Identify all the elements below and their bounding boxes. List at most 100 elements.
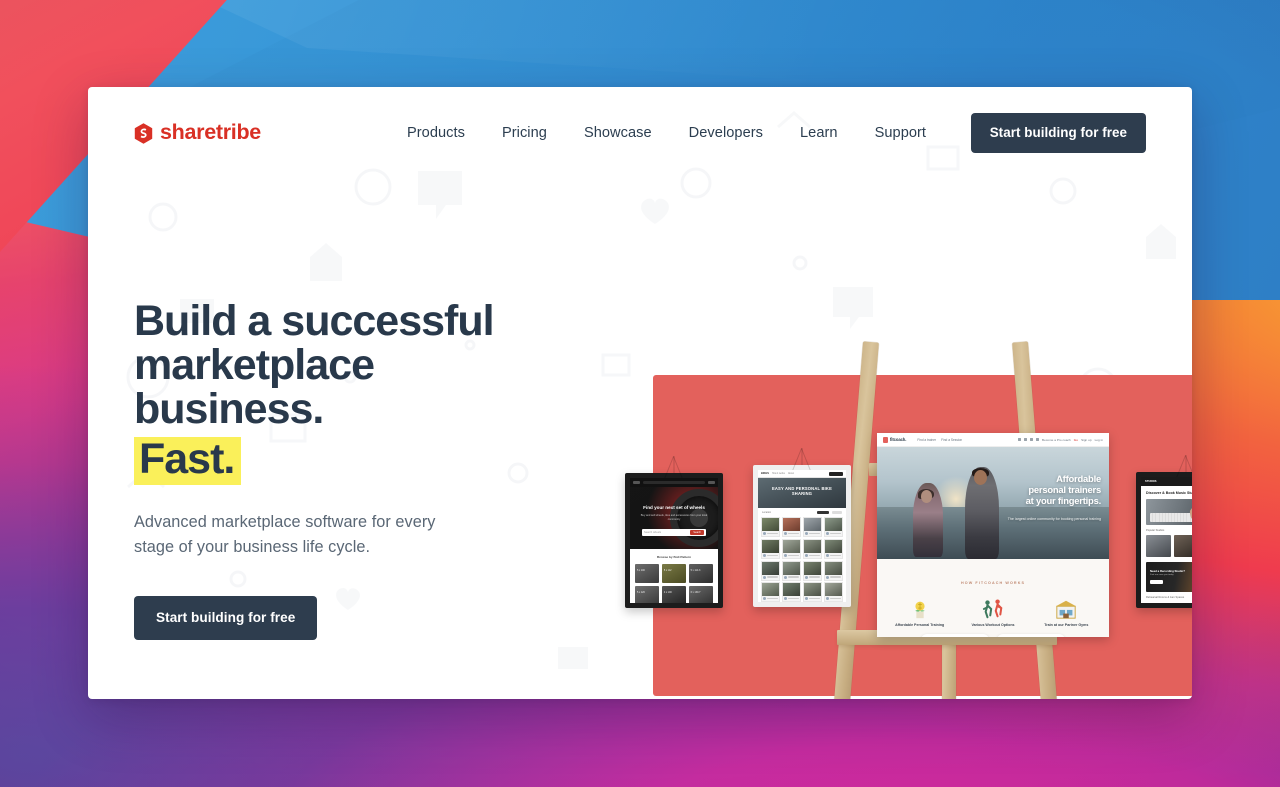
fitcoach-select-gym-button: Select your gym — [921, 634, 989, 637]
frame-hanging-wire — [1185, 455, 1187, 472]
wheels-tile: 6 x 139.7 — [688, 585, 713, 603]
wheels-search-button: Search — [690, 530, 704, 535]
wheels-tile-grid: 5 x 100 5 x 112 5 x 114.3 5 x 120 4 x 10… — [635, 564, 713, 603]
fitcoach-headline-line-3: at your fingertips. — [1025, 495, 1102, 507]
fitcoach-hero-photo: Affordable personal trainers at your fin… — [877, 447, 1109, 559]
fitcoach-headline-line-2: personal trainers — [1028, 484, 1101, 496]
hero-start-building-button[interactable]: Start building for free — [134, 595, 318, 640]
music-section-label: Popular Studios — [1146, 529, 1165, 532]
wheels-tile: 5 x 120 — [635, 585, 660, 603]
piano-keys — [1150, 513, 1192, 522]
fitcoach-headline-line-1: Affordable — [1056, 473, 1101, 484]
fitcoach-headline: Affordable personal trainers at your fin… — [989, 473, 1102, 507]
wheels-section-label: Browse by Bolt Pattern — [656, 555, 692, 559]
wheels-tile: 5 x 114.3 — [688, 564, 713, 583]
canvas-fitcoach-screenshot: fitcoach. Find a trainer Find a Session … — [877, 433, 1109, 637]
fitcoach-feature-3: Train at our Partner Gyms — [1034, 594, 1098, 627]
frame-hanging-wire — [801, 448, 803, 465]
fitcoach-nav-find-session: Find a Session — [941, 437, 963, 442]
sharetribe-hexagon-logo-icon — [134, 122, 153, 144]
music-title: Discover & Book Music Studios — [1146, 491, 1192, 495]
linkedin-icon — [1030, 438, 1034, 441]
nav-item-support[interactable]: Support — [875, 125, 926, 141]
music-promo-button — [1150, 580, 1163, 584]
hero-title-highlight: Fast. — [134, 436, 242, 486]
fitcoach-link-go: Go — [1073, 437, 1079, 442]
fitcoach-link-signup: Sign up — [1081, 437, 1092, 442]
bike-listing-card — [802, 582, 823, 602]
fitcoach-cta-row: Select your gym Browse all fitnesses — [921, 634, 1065, 637]
music-promo-banner: Need a Recording Studio? Find one near y… — [1146, 562, 1192, 592]
wheels-hero: Find your next set of wheels Buy and sel… — [630, 487, 718, 549]
fitcoach-topbar: fitcoach. Find a trainer Find a Session … — [877, 433, 1109, 447]
nav-item-pricing[interactable]: Pricing — [502, 125, 547, 141]
sharetribe-logo-text: sharetribe — [160, 120, 261, 145]
wheels-tile: 4 x 100 — [661, 585, 687, 603]
fitcoach-section-label: HOW FITCOACH WORKS — [960, 581, 1026, 585]
fitcoach-feature-2: Various Workout Options — [961, 594, 1025, 627]
header-start-building-button[interactable]: Start building for free — [970, 113, 1146, 153]
fitcoach-link-become-coach: Become a Pro coach — [1042, 437, 1071, 442]
studio-card — [1146, 535, 1171, 557]
bike-listing-card — [781, 560, 802, 581]
bike-listing-card — [761, 538, 781, 559]
wheels-tile: 5 x 100 — [635, 564, 660, 583]
wheels-tile: 5 x 112 — [661, 564, 687, 583]
nav-item-showcase[interactable]: Showcase — [584, 125, 652, 141]
wheels-browser-bar — [630, 478, 718, 487]
bike-listing-card — [823, 560, 843, 581]
frame-hanging-wire — [673, 456, 675, 473]
studio-card — [1173, 535, 1192, 557]
bikes-title-line-2: SHARING — [791, 491, 813, 497]
music-promo-subtitle: Find one near you today — [1150, 574, 1174, 576]
wheels-search-bar: Search wheels Search — [642, 529, 706, 536]
bike-listing-card — [781, 517, 802, 538]
twitter-icon — [1024, 438, 1028, 441]
framed-music-studio-marketplace: STUDIOS Discover & Book Music Studios Po… — [1136, 455, 1192, 608]
music-promo-title: Need a Recording Studio? — [1150, 569, 1185, 573]
nav-item-products[interactable]: Products — [407, 125, 465, 141]
facebook-icon — [1018, 438, 1022, 441]
framed-bike-sharing-marketplace: BIKES How it works About EASY AND PERSON… — [753, 448, 851, 607]
fitcoach-feature-2-label: Various Workout Options — [971, 623, 1015, 627]
nav-item-developers[interactable]: Developers — [689, 125, 763, 141]
music-hero-banner — [1146, 499, 1192, 525]
framed-wheels-marketplace: Find your next set of wheels Buy and sel… — [625, 456, 723, 608]
fitcoach-feature-3-label: Train at our Partner Gyms — [1044, 623, 1089, 627]
runners-icon — [961, 594, 1025, 620]
gym-building-icon — [1034, 594, 1098, 620]
hero-title-line-2: marketplace business. — [134, 340, 375, 433]
bikes-hero: EASY AND PERSONAL BIKE SHARING — [758, 478, 846, 508]
bikes-filter-bar: Location — [758, 508, 846, 518]
bike-listing-card — [781, 538, 802, 559]
bikes-logo: BIKES — [761, 472, 769, 475]
fitcoach-subline: The largest online community for booking… — [1007, 517, 1101, 521]
site-header: sharetribe Products Pricing Showcase Dev… — [88, 87, 1192, 179]
music-body: Discover & Book Music Studios Popular St… — [1141, 486, 1192, 603]
hero-text-column: Build a successful marketplace business.… — [134, 297, 564, 640]
wheels-browse-section: Browse by Bolt Pattern 5 x 100 5 x 112 5… — [630, 549, 718, 603]
bikes-topbar: BIKES How it works About — [758, 470, 846, 478]
wheels-search-placeholder: Search wheels — [644, 531, 662, 534]
bikes-filter-location: Location — [762, 511, 772, 515]
bike-listing-card — [802, 560, 823, 581]
bike-listing-card — [761, 582, 781, 602]
fitcoach-logo-icon — [883, 436, 888, 443]
bike-listing-card — [823, 582, 843, 602]
fitcoach-how-it-works: Select your gym Browse all fitnesses HOW… — [877, 559, 1109, 637]
fitcoach-logo-text: fitcoach. — [890, 437, 907, 442]
bike-listing-card — [761, 560, 781, 581]
hero-subtitle: Advanced marketplace software for every … — [134, 513, 436, 557]
bikes-listing-grid — [758, 517, 846, 602]
music-logo: STUDIOS — [1145, 480, 1157, 483]
sharetribe-logo[interactable]: sharetribe — [134, 122, 261, 144]
bike-listing-card — [802, 517, 823, 538]
fitcoach-feature-1: Affordable Personal Training — [888, 594, 952, 627]
hero-title-line-1: Build a successful — [134, 297, 495, 345]
hero-illustration: fitcoach. Find a trainer Find a Session … — [564, 201, 1192, 699]
bike-listing-card — [802, 538, 823, 559]
fitcoach-link-login: Log in — [1094, 437, 1103, 442]
nav-item-learn[interactable]: Learn — [800, 125, 838, 141]
music-bottom-label: Rehearsal Rooms & Jam Spaces — [1146, 596, 1185, 599]
wheels-description: Buy and sell wheels, tires and accessori… — [640, 514, 708, 521]
